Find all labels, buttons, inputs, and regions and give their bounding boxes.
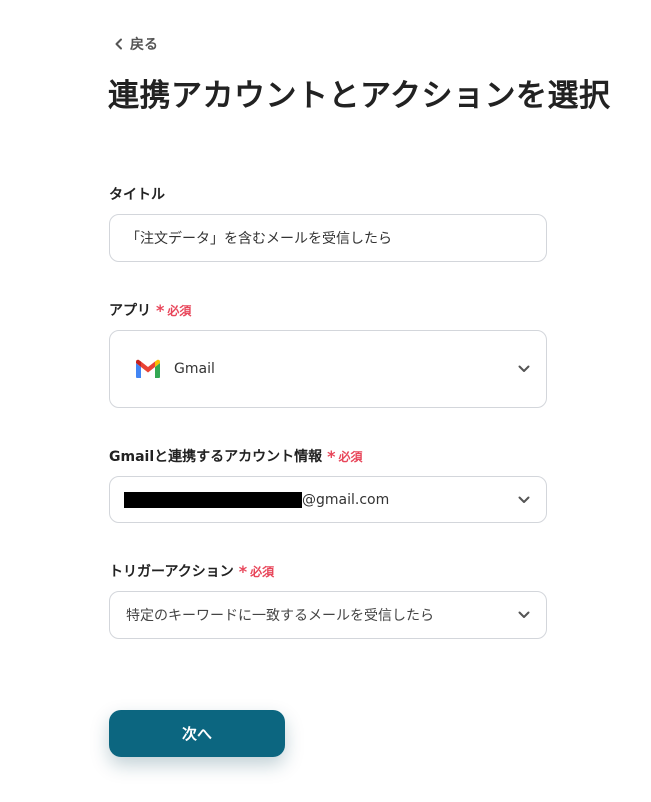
- back-link[interactable]: 戻る: [114, 34, 158, 54]
- chevron-left-icon: [115, 38, 122, 50]
- trigger-field-label: トリガーアクション * 必須: [109, 561, 274, 581]
- chevron-down-icon: [518, 611, 530, 618]
- account-field-label: Gmailと連携するアカウント情報 * 必須: [109, 446, 363, 466]
- selected-app-name: Gmail: [174, 361, 215, 377]
- redacted-email-block: [124, 491, 302, 508]
- title-field-label: タイトル: [109, 184, 165, 204]
- title-input[interactable]: [126, 230, 530, 246]
- trigger-action-select[interactable]: 特定のキーワードに一致するメールを受信したら: [109, 591, 547, 639]
- chevron-down-icon: [518, 496, 530, 503]
- trigger-action-value: 特定のキーワードに一致するメールを受信したら: [126, 608, 434, 624]
- required-asterisk: *: [156, 300, 165, 320]
- title-label-text: タイトル: [109, 187, 165, 203]
- account-label-text: Gmailと連携するアカウント情報: [109, 449, 323, 465]
- account-email-domain: @gmail.com: [302, 491, 390, 508]
- required-asterisk: *: [327, 446, 336, 466]
- trigger-label-text: トリガーアクション: [109, 564, 234, 580]
- gmail-logo-icon: [136, 359, 160, 378]
- app-label-text: アプリ: [109, 303, 151, 319]
- page-title: 連携アカウントとアクションを選択: [108, 78, 611, 114]
- app-select[interactable]: Gmail: [109, 330, 547, 408]
- required-text: 必須: [167, 303, 192, 318]
- chevron-down-icon: [518, 365, 530, 372]
- next-button[interactable]: 次へ: [109, 710, 285, 757]
- back-label: 戻る: [130, 37, 158, 53]
- required-text: 必須: [250, 564, 275, 579]
- app-field-label: アプリ * 必須: [109, 300, 191, 320]
- required-asterisk: *: [238, 561, 248, 581]
- account-select[interactable]: @gmail.com: [109, 476, 547, 523]
- title-input-box[interactable]: [109, 214, 547, 262]
- required-text: 必須: [338, 449, 363, 464]
